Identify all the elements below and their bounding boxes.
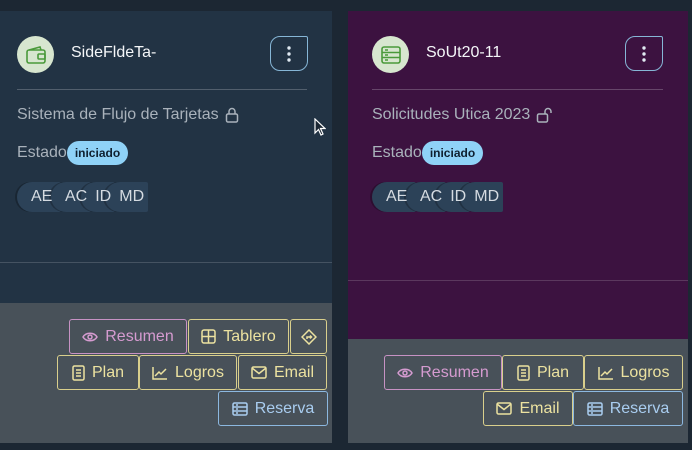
wallet-icon [17, 36, 54, 73]
status-badge: iniciado [421, 141, 484, 165]
divider [372, 89, 663, 90]
card-description: Solicitudes Utica 2023 [372, 106, 553, 124]
card-actions: Resumen Plan Logros Email Reserva [348, 339, 688, 443]
status-label: Estado [372, 144, 422, 161]
logros-button[interactable]: Logros [584, 355, 683, 390]
logros-button[interactable]: Logros [139, 355, 237, 390]
member-avatars: AE AC ID MD [372, 182, 504, 212]
plan-button[interactable]: Plan [57, 355, 139, 390]
divider [0, 262, 332, 263]
avatar[interactable]: MD [105, 182, 149, 212]
project-card-1: SideFldeTa- Sistema de Flujo de Tarjetas… [0, 11, 332, 443]
email-button[interactable]: Email [238, 355, 327, 390]
unlock-icon [537, 107, 553, 123]
status-label: Estado [17, 144, 67, 161]
divider [348, 280, 688, 281]
document-icon [517, 364, 530, 381]
kebab-menu-icon [287, 45, 291, 62]
card-title: SoUt20-11 [426, 44, 502, 61]
storage-icon [231, 401, 248, 416]
storage-icon [586, 401, 603, 416]
status-badge: iniciado [66, 141, 129, 165]
directions-icon [300, 328, 317, 345]
directions-button[interactable] [290, 319, 327, 354]
mail-icon [251, 366, 267, 379]
email-button[interactable]: Email [483, 391, 573, 426]
status-row: Estado iniciado [372, 141, 484, 165]
tablero-button[interactable]: Tablero [188, 319, 289, 354]
card-title: SideFldeTa- [71, 44, 157, 61]
trend-icon [152, 366, 168, 380]
reserva-button[interactable]: Reserva [218, 391, 328, 426]
resumen-button[interactable]: Resumen [69, 319, 187, 354]
divider [17, 89, 307, 90]
card-description: Sistema de Flujo de Tarjetas [17, 106, 239, 124]
trend-icon [597, 366, 613, 380]
status-row: Estado iniciado [17, 141, 129, 165]
eye-icon [397, 368, 414, 377]
document-icon [72, 364, 85, 381]
avatar[interactable]: MD [460, 182, 504, 212]
server-icon [372, 36, 409, 73]
mouse-cursor-icon [314, 117, 327, 141]
card-menu-button[interactable] [270, 36, 308, 71]
card-menu-button[interactable] [625, 36, 663, 71]
plan-button[interactable]: Plan [502, 355, 584, 390]
lock-icon [225, 107, 238, 123]
eye-icon [82, 332, 99, 341]
mail-icon [496, 402, 513, 415]
grid-icon [201, 329, 216, 344]
card-actions: Resumen Tablero Plan Logros Email Reserv… [0, 303, 332, 443]
description-text: Solicitudes Utica 2023 [372, 106, 531, 123]
project-card-2: SoUt20-11 Solicitudes Utica 2023 Estado … [348, 11, 688, 443]
reserva-button[interactable]: Reserva [573, 391, 683, 426]
member-avatars: AE AC ID MD [17, 182, 149, 212]
kebab-menu-icon [642, 45, 646, 62]
description-text: Sistema de Flujo de Tarjetas [17, 106, 219, 123]
resumen-button[interactable]: Resumen [384, 355, 502, 390]
